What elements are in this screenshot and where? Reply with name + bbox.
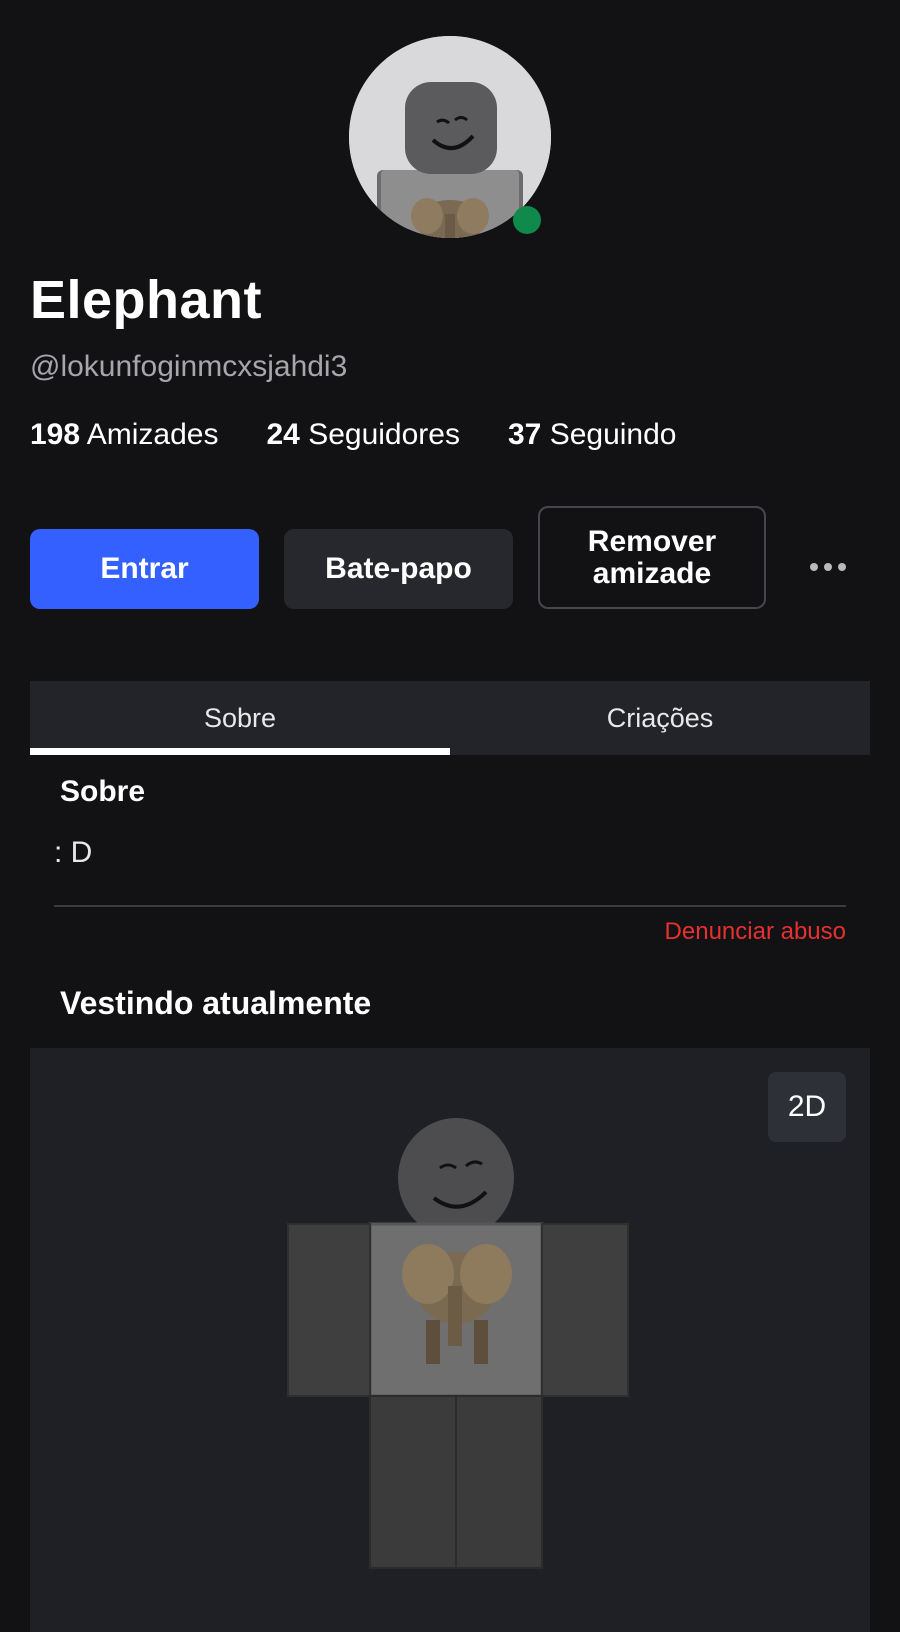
- avatar-3d-viewer[interactable]: 2D: [30, 1048, 870, 1632]
- more-dot: [838, 563, 846, 571]
- chat-button[interactable]: Bate-papo: [284, 529, 513, 609]
- tab-creations[interactable]: Criações: [450, 681, 870, 755]
- stat-friends[interactable]: 198 Amizades: [30, 416, 218, 454]
- about-heading: Sobre: [60, 775, 146, 808]
- remove-friend-button[interactable]: Remover amizade: [538, 506, 766, 609]
- profile-avatar[interactable]: [349, 36, 551, 238]
- divider: [54, 905, 846, 907]
- followers-count: 24: [266, 418, 300, 451]
- join-button[interactable]: Entrar: [30, 529, 259, 609]
- followers-label: Seguidores: [308, 418, 460, 451]
- tab-about[interactable]: Sobre: [30, 681, 450, 755]
- more-horizontal-icon[interactable]: [810, 563, 846, 571]
- currently-wearing-heading: Vestindo atualmente: [60, 985, 372, 1021]
- online-status-dot: [513, 206, 541, 234]
- username: @lokunfoginmcxsjahdi3: [30, 350, 348, 383]
- profile-stats: 198 Amizades 24 Seguidores 37 Seguindo: [30, 416, 724, 454]
- profile-tabs: Sobre Criações: [30, 681, 870, 755]
- stat-followers[interactable]: 24 Seguidores: [266, 416, 460, 454]
- following-count: 37: [507, 418, 542, 451]
- more-dot: [824, 563, 832, 571]
- avatar-full-body-image: [30, 1048, 870, 1632]
- friends-label: Amizades: [86, 418, 219, 451]
- friends-count: 198: [30, 418, 81, 451]
- display-name: Elephant: [30, 270, 263, 330]
- view-2d-toggle-button[interactable]: 2D: [768, 1072, 846, 1142]
- following-label: Seguindo: [549, 418, 677, 451]
- report-abuse-link[interactable]: Denunciar abuso: [665, 918, 846, 946]
- more-dot: [810, 563, 818, 571]
- about-description: : D: [54, 836, 93, 869]
- stat-following[interactable]: 37 Seguindo: [508, 416, 677, 454]
